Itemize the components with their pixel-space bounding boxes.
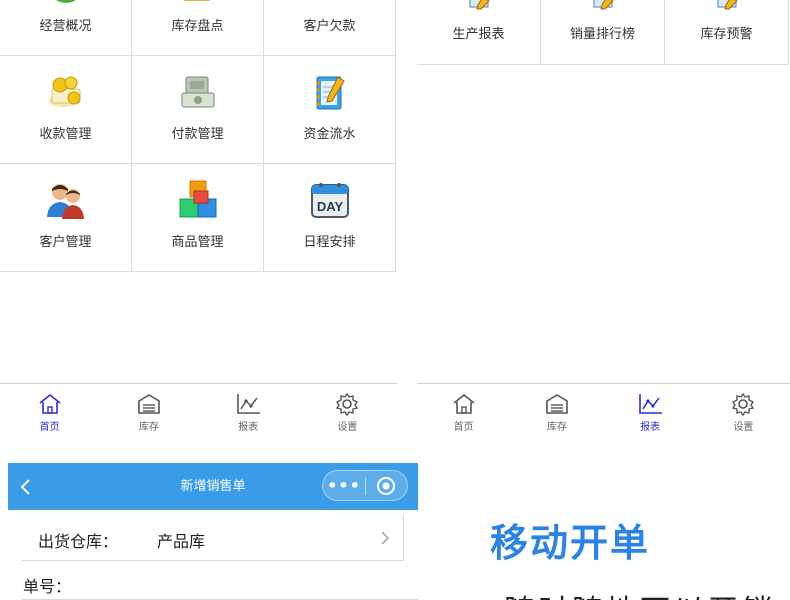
- tab-label: 报表: [640, 422, 661, 433]
- home-icon: [39, 393, 61, 414]
- nav-bar: 新增销售单 •••: [8, 463, 418, 510]
- day-calendar-icon: DAY: [308, 179, 352, 223]
- payment-cash-icon: [176, 71, 220, 115]
- report-doc-icon: [464, 0, 494, 13]
- grid-item-label: 客户欠款: [303, 19, 356, 34]
- tab-label: 报表: [238, 422, 259, 433]
- grid-item-production-report[interactable]: 生产报表: [417, 0, 541, 65]
- customer-debt-icon: Acl: [308, 0, 352, 7]
- new-sales-order-screen: 新增销售单 ••• 出货仓库： 产品库 单号：: [8, 463, 418, 600]
- grid-item-customer-debt[interactable]: Acl 客户欠款: [264, 0, 396, 56]
- chevron-right-icon: [379, 529, 391, 547]
- notebook-pencil-icon: [308, 71, 352, 115]
- receipt-coins-icon: [44, 71, 88, 115]
- tab-home[interactable]: 首页: [0, 384, 99, 439]
- customers-icon: [44, 179, 88, 223]
- gear-icon: [732, 392, 755, 416]
- grid-item-label: 资金流水: [303, 127, 356, 142]
- tab-label: 首页: [453, 422, 474, 433]
- tab-reports[interactable]: 报表: [199, 384, 298, 439]
- svg-text:DAY: DAY: [316, 199, 343, 214]
- chart-icon: [639, 394, 663, 414]
- grid-item-schedule[interactable]: DAY 日程安排: [264, 164, 396, 272]
- order-number-row[interactable]: 单号：: [22, 569, 418, 600]
- promo-subtitle: 随时随地可以开销: [504, 586, 776, 600]
- chart-icon: [237, 394, 261, 414]
- inventory-check-icon: [176, 0, 220, 7]
- warehouse-icon: [546, 394, 568, 414]
- tab-home[interactable]: 首页: [417, 384, 510, 439]
- tab-inventory[interactable]: 库存: [99, 384, 198, 439]
- close-target-button[interactable]: [366, 476, 407, 496]
- grid-item-customers[interactable]: 客户管理: [0, 164, 132, 272]
- promo-banner: 移动开单 随时随地可以开销: [430, 458, 790, 600]
- warehouse-icon: [138, 394, 160, 414]
- tab-label: 设置: [733, 422, 754, 433]
- warehouse-label: 出货仓库：: [38, 532, 119, 551]
- grid-item-label: 经营概况: [39, 19, 92, 34]
- tab-label: 设置: [337, 422, 358, 433]
- grid-item-label: 付款管理: [171, 127, 224, 142]
- tab-inventory[interactable]: 库存: [510, 384, 603, 439]
- warehouse-select-row[interactable]: 出货仓库： 产品库: [22, 515, 404, 561]
- tab-settings[interactable]: 设置: [298, 384, 397, 439]
- grid-item-receipts[interactable]: 收款管理: [0, 56, 132, 164]
- promo-title: 移动开单: [490, 521, 651, 565]
- miniprogram-capsule: •••: [322, 470, 408, 501]
- report-doc-icon: [712, 0, 742, 13]
- tab-reports[interactable]: 报表: [604, 384, 697, 439]
- warehouse-value: 产品库: [157, 532, 206, 551]
- grid-item-cash-flow[interactable]: 资金流水: [264, 56, 396, 164]
- tab-label: 首页: [39, 422, 60, 433]
- grid-item-payments[interactable]: 付款管理: [132, 56, 264, 164]
- tab-settings[interactable]: 设置: [697, 384, 790, 439]
- grid-item-stock-alert[interactable]: 库存预警: [665, 0, 789, 65]
- grid-item-label: 库存预警: [700, 27, 753, 42]
- grid-item-inventory-check[interactable]: 库存盘点: [132, 0, 264, 56]
- gear-icon: [336, 392, 359, 416]
- product-boxes-icon: [176, 179, 220, 223]
- tab-label: 库存: [138, 422, 159, 433]
- grid-item-sales-ranking[interactable]: 销量排行榜: [541, 0, 665, 65]
- grid-item-label: 客户管理: [39, 235, 92, 250]
- report-doc-icon: [588, 0, 618, 13]
- grid-item-label: 生产报表: [452, 27, 505, 42]
- grid-item-label: 商品管理: [171, 235, 224, 250]
- target-icon: [377, 476, 396, 495]
- tab-label: 库存: [546, 422, 567, 433]
- home-tab-bar: 首页 库存 报表 设置: [0, 383, 397, 439]
- grid-item-label: 库存盘点: [171, 19, 224, 34]
- grid-item-products[interactable]: 商品管理: [132, 164, 264, 272]
- home-icon: [453, 393, 475, 414]
- grid-item-label: 销量排行榜: [569, 27, 635, 42]
- reports-screen: 生产报表 销量排行榜 库存预警 首页 库存 报表 设置: [417, 0, 790, 440]
- overview-icon: [44, 0, 88, 7]
- grid-item-overview[interactable]: 经营概况: [0, 0, 132, 56]
- grid-item-label: 日程安排: [303, 235, 356, 250]
- more-menu-button[interactable]: •••: [323, 476, 365, 495]
- reports-tab-bar: 首页 库存 报表 设置: [417, 383, 790, 439]
- home-screen: 经营概况 库存盘点 Acl 客户欠款: [0, 0, 397, 440]
- grid-item-label: 收款管理: [39, 127, 92, 142]
- order-number-label: 单号：: [23, 577, 72, 596]
